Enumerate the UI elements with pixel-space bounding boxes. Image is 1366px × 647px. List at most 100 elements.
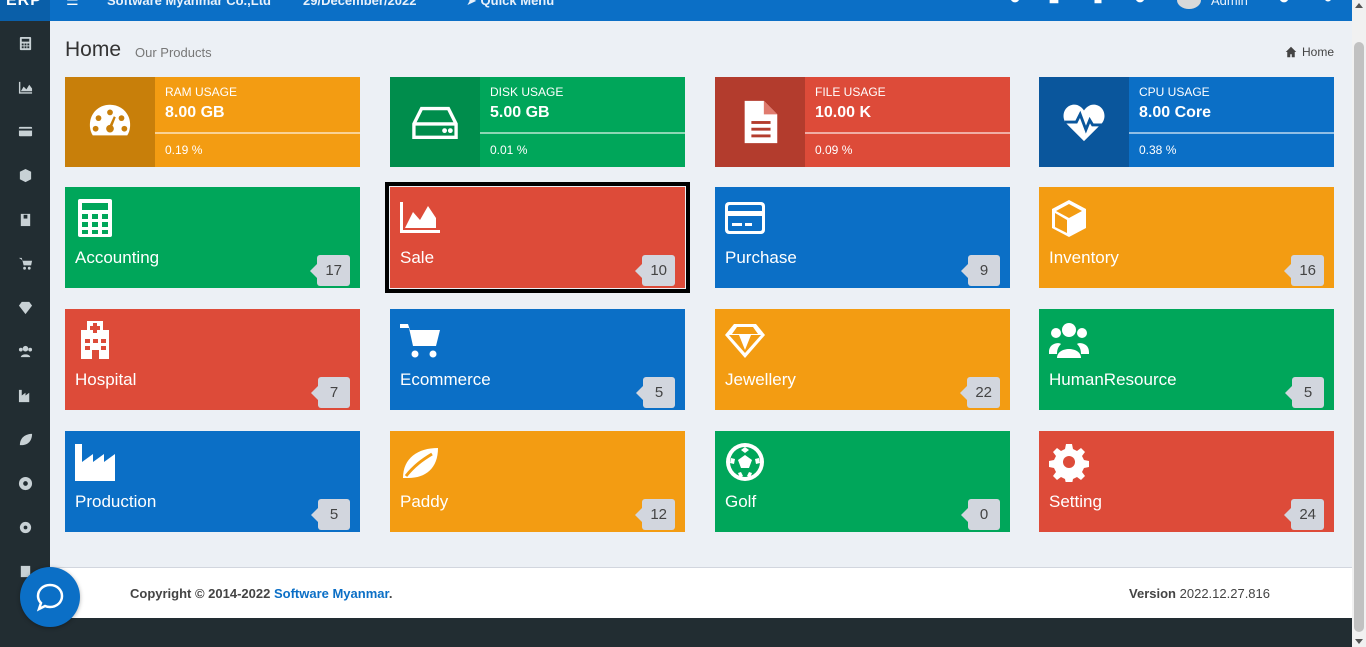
quick-menu-link[interactable]: ➤ Quick Menu xyxy=(466,0,554,9)
user-avatar[interactable] xyxy=(1177,0,1201,9)
app-tile-hospital[interactable]: Hospital 7 xyxy=(65,309,360,410)
info-value: 10.00 K xyxy=(815,104,872,121)
settings-icon[interactable] xyxy=(1133,0,1147,5)
app-tile-purchase[interactable]: Purchase 9 xyxy=(715,187,1010,288)
area-chart-icon[interactable] xyxy=(17,79,33,95)
more-icon[interactable] xyxy=(1321,0,1335,5)
scroll-up-arrow-icon[interactable] xyxy=(1355,3,1363,8)
hard-drive-icon xyxy=(390,77,480,167)
app-count-badge: 24 xyxy=(1284,499,1324,530)
dashboard-gauge-icon xyxy=(65,77,155,167)
app-count-badge: 17 xyxy=(310,255,350,286)
cart-icon[interactable] xyxy=(17,255,33,271)
app-tile-accounting[interactable]: Accounting 17 xyxy=(65,187,360,288)
app-tile-golf[interactable]: Golf 0 xyxy=(715,431,1010,532)
app-name: Accounting xyxy=(75,248,160,267)
app-name: Hospital xyxy=(75,370,137,389)
app-count-badge: 12 xyxy=(635,499,675,530)
info-box-disk: DISK USAGE 5.00 GB 0.01 % xyxy=(390,77,685,167)
users-icon xyxy=(1049,320,1089,360)
app-tile-production[interactable]: Production 5 xyxy=(65,431,360,532)
cart-icon xyxy=(400,320,440,360)
version-label: Version xyxy=(1129,586,1176,601)
app-tile-inventory[interactable]: Inventory 16 xyxy=(1039,187,1334,288)
gear-icon xyxy=(1049,442,1089,484)
leaf-icon[interactable] xyxy=(17,431,33,447)
app-count-badge: 9 xyxy=(961,255,1000,286)
app-count-badge: 5 xyxy=(636,377,675,408)
info-box-ram: RAM USAGE 8.00 GB 0.19 % xyxy=(65,77,360,167)
info-label: CPU USAGE xyxy=(1139,85,1210,99)
menu-toggle-icon[interactable]: ☰ xyxy=(66,0,79,9)
page-scrollbar[interactable] xyxy=(1352,0,1366,647)
user-name[interactable]: Admin xyxy=(1211,0,1248,8)
phone-icon[interactable] xyxy=(1008,0,1022,5)
lock-icon[interactable] xyxy=(1047,0,1061,5)
top-navbar: ERP ☰ Software Myanmar Co.,Ltd 29/Decemb… xyxy=(0,0,1352,21)
app-tile-paddy[interactable]: Paddy 12 xyxy=(390,431,685,532)
diamond-icon[interactable] xyxy=(17,299,33,315)
file-icon xyxy=(715,77,805,167)
credit-card-icon xyxy=(725,198,765,238)
info-percent: 0.01 % xyxy=(490,143,528,157)
breadcrumb[interactable]: Home xyxy=(1285,45,1334,59)
app-name: Golf xyxy=(725,492,757,511)
soccer-ball-icon xyxy=(725,442,765,482)
power-icon[interactable] xyxy=(1277,0,1291,5)
diamond-icon xyxy=(725,320,765,360)
progress-bar xyxy=(805,132,1010,134)
users-icon[interactable] xyxy=(17,343,33,359)
app-tile-setting[interactable]: Setting 24 xyxy=(1039,431,1334,532)
app-name: Sale xyxy=(400,248,435,267)
cube-icon[interactable] xyxy=(17,167,33,183)
gear-icon[interactable] xyxy=(17,519,33,535)
progress-bar xyxy=(1129,132,1334,134)
info-label: DISK USAGE xyxy=(490,85,564,99)
soccer-ball-icon[interactable] xyxy=(17,475,33,491)
heartbeat-icon xyxy=(1039,77,1129,167)
credit-card-icon[interactable] xyxy=(17,123,33,139)
chat-bubble-icon xyxy=(36,583,64,612)
app-tile-humanresource[interactable]: HumanResource 5 xyxy=(1039,309,1334,410)
calculator-icon xyxy=(75,198,115,238)
scroll-down-arrow-icon[interactable] xyxy=(1355,639,1363,644)
progress-bar xyxy=(155,132,360,134)
app-name: Purchase xyxy=(725,248,797,267)
app-name: HumanResource xyxy=(1049,370,1177,389)
app-name: Ecommerce xyxy=(400,370,491,389)
factory-icon xyxy=(75,442,115,482)
app-count-badge: 10 xyxy=(635,255,675,286)
info-label: FILE USAGE xyxy=(815,85,886,99)
app-name: Jewellery xyxy=(725,370,796,389)
app-count-badge: 16 xyxy=(1284,255,1324,286)
app-name: Production xyxy=(75,492,157,511)
sidebar xyxy=(0,21,50,647)
chat-widget-button[interactable] xyxy=(20,567,80,627)
calculator-icon[interactable] xyxy=(17,35,33,51)
app-tile-jewellery[interactable]: Jewellery 22 xyxy=(715,309,1010,410)
app-tile-sale[interactable]: Sale 10 xyxy=(385,182,690,293)
info-box-cpu: CPU USAGE 8.00 Core 0.38 % xyxy=(1039,77,1334,167)
factory-icon[interactable] xyxy=(17,387,33,403)
scrollbar-thumb[interactable] xyxy=(1354,42,1364,632)
company-name: Software Myanmar Co.,Ltd xyxy=(107,0,271,8)
info-label: RAM USAGE xyxy=(165,85,238,99)
page-subtitle: Our Products xyxy=(135,45,212,60)
hospital-icon xyxy=(75,320,115,360)
area-chart-icon xyxy=(400,198,440,238)
app-count-badge: 5 xyxy=(1285,377,1324,408)
copyright-period: . xyxy=(388,586,393,601)
app-name: Setting xyxy=(1049,492,1102,511)
company-link[interactable]: Software Myanmar xyxy=(274,586,389,601)
app-count-badge: 0 xyxy=(961,499,1000,530)
bookmark-icon[interactable] xyxy=(1091,0,1105,5)
version-number: 2022.12.27.816 xyxy=(1179,586,1270,601)
progress-bar xyxy=(480,132,685,134)
app-tile-ecommerce[interactable]: Ecommerce 5 xyxy=(390,309,685,410)
app-name: Paddy xyxy=(400,492,449,511)
page-title: Home xyxy=(65,38,122,61)
breadcrumb-home[interactable]: Home xyxy=(1302,45,1334,59)
hospital-icon[interactable] xyxy=(17,211,33,227)
app-logo[interactable]: ERP xyxy=(0,0,50,21)
info-box-file: FILE USAGE 10.00 K 0.09 % xyxy=(715,77,1010,167)
